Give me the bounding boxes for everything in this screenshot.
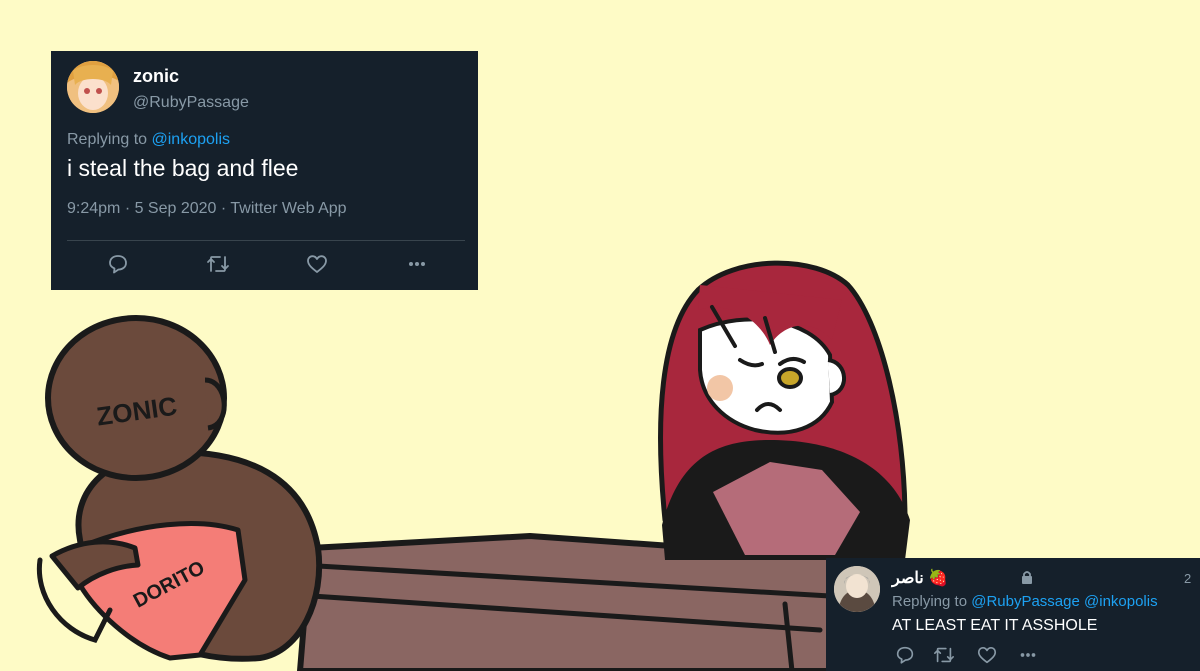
- handle[interactable]: @RubyPassage: [133, 94, 249, 112]
- tweet-text: i steal the bag and flee: [67, 155, 299, 181]
- mention-link[interactable]: @RubyPassage @inkopolis: [971, 593, 1157, 610]
- avatar[interactable]: [834, 566, 880, 612]
- tweet-text: AT LEAST EAT IT ASSHOLE: [892, 617, 1098, 634]
- retweet-icon[interactable]: [205, 252, 231, 276]
- more-icon[interactable]: [405, 252, 429, 276]
- tweet-card-top: zonic @RubyPassage Replying to @inkopoli…: [51, 51, 478, 290]
- more-icon[interactable]: [1016, 644, 1040, 666]
- replying-prefix: Replying to: [67, 131, 152, 148]
- retweet-icon[interactable]: [932, 644, 956, 666]
- replying-to: Replying to @inkopolis: [67, 131, 230, 149]
- divider: [67, 240, 465, 241]
- lock-icon: [1020, 570, 1034, 590]
- action-bar: [826, 642, 1200, 668]
- display-name[interactable]: zonic: [133, 66, 179, 87]
- action-bar: [51, 248, 478, 280]
- time-fragment: 2: [1184, 571, 1192, 586]
- replying-prefix: Replying to: [892, 593, 972, 610]
- like-icon[interactable]: [976, 644, 998, 666]
- replying-to: Replying to @RubyPassage @inkopolis: [892, 593, 1158, 610]
- reply-icon[interactable]: [894, 644, 916, 666]
- like-icon[interactable]: [305, 252, 329, 276]
- display-name[interactable]: ناصر 🍓: [892, 568, 948, 588]
- reply-icon[interactable]: [106, 252, 130, 276]
- sad-girl-figure: [658, 260, 910, 560]
- tweet-card-bottom: ناصر 🍓 2 Replying to @RubyPassage @inkop…: [826, 558, 1200, 671]
- mention-link[interactable]: @inkopolis: [152, 131, 231, 148]
- tweet-meta[interactable]: 9:24pm · 5 Sep 2020 · Twitter Web App: [67, 200, 347, 218]
- avatar[interactable]: [67, 61, 119, 113]
- brown-figure: ZONIC DORITO: [36, 315, 323, 662]
